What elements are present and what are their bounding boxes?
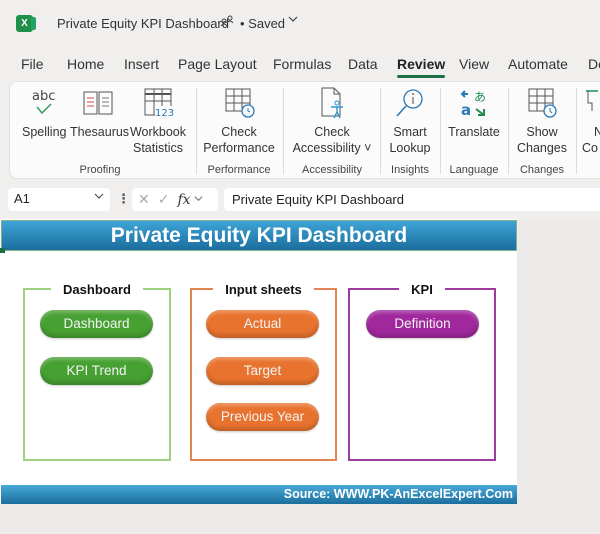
- group-separator: [508, 88, 509, 174]
- group-separator: [440, 88, 441, 174]
- new-comment-button[interactable]: N Co: [582, 86, 600, 156]
- previous-year-nav-button[interactable]: Previous Year: [206, 403, 319, 431]
- translate-button[interactable]: あa Translate: [444, 86, 504, 140]
- comment-icon: [582, 86, 600, 120]
- dashboard-nav-button[interactable]: Dashboard: [40, 310, 153, 338]
- book-icon: [70, 86, 126, 120]
- group-separator: [196, 88, 197, 174]
- tab-review[interactable]: Review: [397, 56, 446, 78]
- tab-developer[interactable]: De: [588, 56, 600, 72]
- group-label-changes: Changes: [519, 164, 565, 176]
- group-label-insights: Insights: [391, 164, 429, 176]
- sheet-background: [0, 504, 517, 534]
- grid-123-icon: 123: [128, 86, 188, 120]
- tab-view[interactable]: View: [459, 56, 489, 72]
- actual-nav-button[interactable]: Actual: [206, 310, 319, 338]
- chevron-down-icon[interactable]: [194, 194, 203, 205]
- tab-page-layout[interactable]: Page Layout: [178, 56, 257, 72]
- tab-file[interactable]: File: [21, 56, 44, 72]
- group-separator: [576, 88, 577, 174]
- formula-bar: A1 ⋮ ✕ ✓ fx Private Equity KPI Dashboard: [0, 186, 600, 214]
- thesaurus-button[interactable]: Thesaurus: [70, 86, 129, 140]
- group-label-performance: Performance: [207, 164, 271, 176]
- tab-automate[interactable]: Automate: [508, 56, 568, 72]
- smart-lookup-button[interactable]: Smart Lookup: [386, 86, 434, 156]
- kpi-trend-nav-button[interactable]: KPI Trend: [40, 357, 153, 385]
- people-share-icon[interactable]: [220, 15, 234, 30]
- svg-text:abc: abc: [32, 89, 55, 104]
- spelling-button[interactable]: abc Spelling: [22, 86, 66, 140]
- save-status: • Saved: [240, 16, 286, 31]
- group-separator: [380, 88, 381, 174]
- grid-history-icon: [514, 86, 570, 120]
- formula-input[interactable]: Private Equity KPI Dashboard: [224, 188, 600, 211]
- section-title: Input sheets: [213, 282, 314, 297]
- tab-home[interactable]: Home: [67, 56, 104, 72]
- svg-text:あ: あ: [474, 90, 486, 104]
- selection-fill-handle[interactable]: [0, 248, 5, 253]
- section-kpi: KPI Definition: [348, 282, 496, 461]
- section-title: Dashboard: [51, 282, 143, 297]
- translate-icon: あa: [444, 86, 504, 120]
- ribbon-tabs: File Home Insert Page Layout Formulas Da…: [0, 52, 600, 78]
- check-performance-button[interactable]: Check Performance: [202, 86, 276, 156]
- document-accessibility-icon: [288, 86, 376, 120]
- svg-text:a: a: [461, 101, 471, 119]
- source-footer: Source: WWW.PK-AnExcelExpert.Com: [1, 485, 517, 504]
- spelling-abc-check-icon: abc: [22, 86, 66, 120]
- name-box[interactable]: A1: [8, 188, 110, 211]
- definition-nav-button[interactable]: Definition: [366, 310, 479, 338]
- show-changes-button[interactable]: Show Changes: [514, 86, 570, 156]
- group-label-accessibility: Accessibility: [302, 164, 362, 176]
- tab-formulas[interactable]: Formulas: [273, 56, 331, 72]
- chevron-down-icon[interactable]: [288, 14, 298, 27]
- tab-data[interactable]: Data: [348, 56, 378, 72]
- magnifier-info-icon: [386, 86, 434, 120]
- ribbon-review: abc Spelling Thesaurus 123 Workbook Stat…: [9, 81, 600, 179]
- group-label-proofing: Proofing: [79, 164, 121, 176]
- grid-timer-icon: [202, 86, 276, 120]
- section-title: KPI: [399, 282, 445, 297]
- cancel-icon[interactable]: ✕: [138, 191, 150, 208]
- dashboard-banner-title[interactable]: Private Equity KPI Dashboard: [1, 220, 517, 251]
- more-options-icon[interactable]: ⋮: [117, 191, 130, 207]
- formula-controls: ✕ ✓ fx: [132, 188, 218, 211]
- svg-text:123: 123: [155, 108, 174, 119]
- tab-insert[interactable]: Insert: [124, 56, 159, 72]
- check-accessibility-button[interactable]: Check Accessibility ˅: [288, 86, 376, 156]
- sheet-background: [517, 219, 600, 534]
- chevron-down-icon[interactable]: [94, 191, 104, 204]
- section-input-sheets: Input sheets Actual Target Previous Year: [190, 282, 337, 461]
- title-bar: X Private Equity KPI Dashboard • Saved: [0, 0, 600, 48]
- insert-function-icon[interactable]: fx: [177, 192, 190, 208]
- enter-check-icon[interactable]: ✓: [158, 191, 170, 208]
- group-label-language: Language: [449, 164, 499, 176]
- workbook-statistics-button[interactable]: 123 Workbook Statistics: [128, 86, 188, 156]
- excel-logo-icon: X: [16, 15, 36, 32]
- section-dashboard: Dashboard Dashboard KPI Trend: [23, 282, 171, 461]
- document-title[interactable]: Private Equity KPI Dashboard: [57, 16, 229, 31]
- target-nav-button[interactable]: Target: [206, 357, 319, 385]
- group-separator: [283, 88, 284, 174]
